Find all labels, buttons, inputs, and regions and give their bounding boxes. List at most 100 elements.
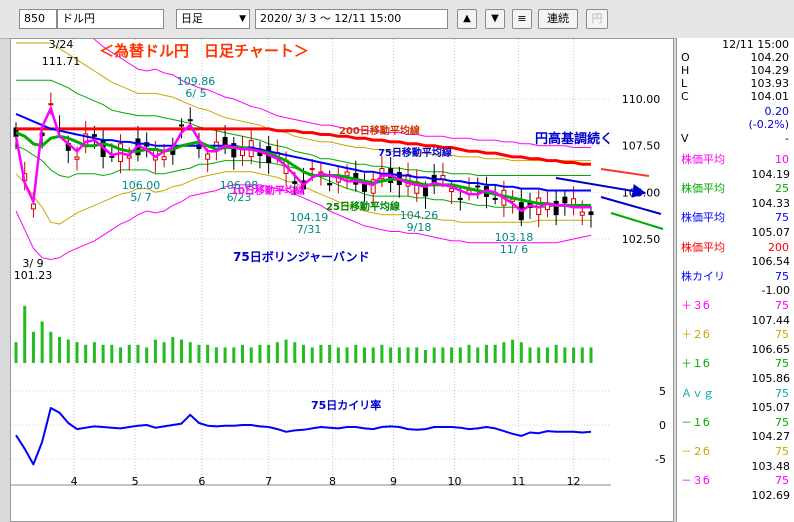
indicator-period: 75	[775, 415, 789, 429]
date-range-field[interactable]: 2020/ 3/ 3 ～ 12/11 15:00	[255, 9, 448, 29]
indicator-period: 10	[775, 153, 789, 166]
scroll-up-button[interactable]: ▲	[457, 9, 477, 29]
indicator-value: 105.07	[751, 226, 791, 239]
trend-annotation: 円高基調続く	[535, 131, 613, 147]
candle-body	[422, 187, 428, 197]
volume-bar	[450, 347, 454, 363]
x-tick-label: 9	[390, 475, 397, 488]
volume-bar	[66, 339, 70, 363]
deviation-tick-label: -5	[655, 453, 666, 466]
volume-bar	[84, 344, 88, 363]
indicator-value: 104.27	[751, 430, 791, 444]
volume-bar	[476, 347, 480, 363]
indicator-row: ＋２б 75	[677, 328, 793, 341]
volume-bar	[153, 339, 157, 363]
x-tick-label: 7	[265, 475, 272, 488]
indicator-period: 75	[775, 269, 789, 283]
volume-bar	[275, 342, 279, 363]
indicator-label: 株カイリ	[681, 269, 725, 283]
x-tick-label: 11	[511, 475, 525, 488]
point-label: 3/ 9	[22, 257, 43, 270]
candle-body	[179, 124, 185, 127]
indicator-row: ＋３б 75	[677, 299, 793, 312]
indicator-value: 105.07	[751, 401, 791, 415]
indicator-value: 105.86	[751, 372, 791, 385]
code-input[interactable]: 850	[19, 9, 57, 29]
menu-button[interactable]: ≡	[512, 9, 532, 29]
indicator-row: Ａｖｇ 75	[677, 387, 793, 400]
volume-bar	[197, 344, 201, 363]
volume-bar	[119, 347, 123, 363]
deviation-tick-label: 0	[659, 419, 666, 432]
candle-body	[553, 200, 559, 216]
volume-bar	[589, 347, 593, 363]
volume-bar	[58, 337, 62, 363]
deviation-tick-label: 5	[659, 385, 666, 398]
point-label: 9/18	[407, 221, 432, 234]
volume-bar	[49, 331, 53, 363]
indicator-label: ＋２б	[681, 328, 710, 342]
x-tick-label: 8	[329, 475, 336, 488]
candle-body	[449, 187, 455, 192]
candle-body	[222, 136, 228, 146]
indicator-value: 103.48	[751, 459, 791, 473]
indicator-label: 株価平均	[681, 153, 725, 166]
x-tick-label: 12	[567, 475, 581, 488]
volume-bar	[423, 350, 427, 363]
ohlc-volume: V-	[681, 132, 789, 145]
candle-body	[475, 185, 481, 188]
period-select[interactable]: 日足 ▼	[176, 9, 250, 29]
volume-bar	[545, 347, 549, 363]
indicator-row: －２б 75	[677, 445, 793, 458]
volume-bar	[467, 344, 471, 363]
candle-body	[109, 155, 115, 158]
volume-bar	[258, 344, 262, 363]
deviation-line	[15, 407, 592, 466]
continuous-button[interactable]: 連続	[538, 9, 578, 29]
indicator-period: 25	[775, 182, 789, 196]
indicator-row: －３б 75	[677, 474, 793, 487]
x-tick-label: 6	[198, 475, 205, 488]
indicator-period: 75	[775, 474, 789, 488]
volume-bar	[406, 347, 410, 363]
point-label: 101.23	[14, 269, 53, 282]
deviation-label: 75日カイリ率	[311, 398, 381, 412]
volume-bar	[345, 347, 349, 363]
symbol-name-field[interactable]: ドル円	[57, 9, 164, 29]
ma10-label: 10日移動平均線	[231, 184, 305, 197]
volume-bar	[328, 344, 332, 363]
volume-bar	[493, 344, 497, 363]
candle-body	[126, 155, 132, 159]
scroll-down-button[interactable]: ▼	[485, 9, 505, 29]
volume-bar	[284, 339, 288, 363]
volume-bar	[572, 347, 576, 363]
indicator-label: ＋３б	[681, 299, 710, 312]
volume-bar	[380, 344, 384, 363]
candle-body	[492, 197, 498, 200]
volume-bar	[537, 347, 541, 363]
volume-bar	[415, 347, 419, 363]
indicator-value: 107.44	[751, 313, 791, 327]
indicator-period: 75	[775, 211, 789, 225]
candle-body	[91, 134, 97, 137]
volume-bar	[458, 347, 462, 363]
indicator-label: －３б	[681, 474, 710, 488]
volume-bar	[232, 347, 236, 363]
indicator-label: ＋１б	[681, 357, 710, 371]
volume-bar	[14, 342, 18, 363]
indicator-row: －１б 75	[677, 416, 793, 429]
indicator-value: 104.33	[751, 196, 791, 210]
indicator-row: 株カイリ 75	[677, 270, 793, 283]
yen-button[interactable]: 円	[586, 9, 608, 29]
volume-bar	[110, 344, 114, 363]
indicator-row: 株価平均 75	[677, 211, 793, 224]
volume-bar	[441, 347, 445, 363]
indicator-row: 株価平均 200	[677, 241, 793, 254]
period-value: 日足	[181, 12, 203, 25]
candle-body	[344, 171, 350, 177]
indicator-period: 75	[775, 299, 789, 312]
point-label: 7/31	[297, 223, 322, 236]
toolbar: 850 ドル円 日足 ▼ 2020/ 3/ 3 ～ 12/11 15:00 ▲ …	[0, 0, 794, 39]
indicator-value: 106.65	[751, 342, 791, 356]
bollinger-label: 75日ボリンジャーバンド	[233, 249, 370, 264]
